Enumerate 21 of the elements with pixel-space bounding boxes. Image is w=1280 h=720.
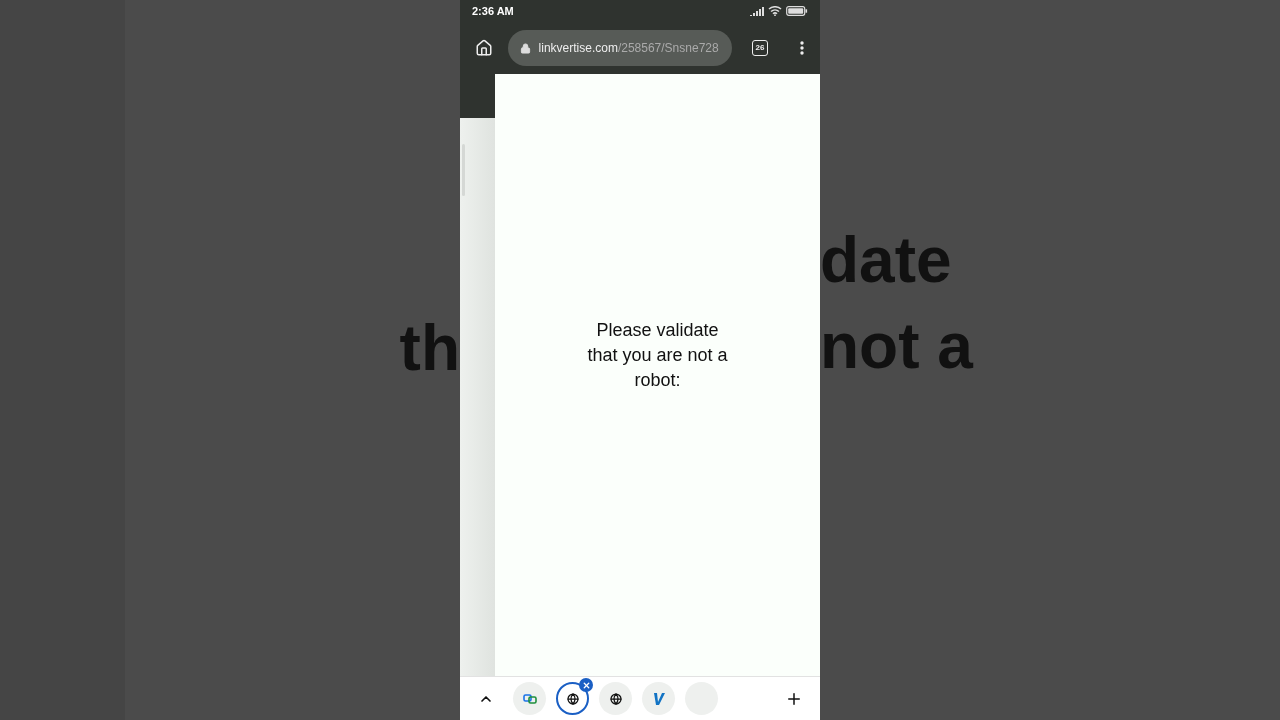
robot-check-message: Please validate that you are not a robot: xyxy=(586,319,729,392)
backdrop-text: date xyxy=(820,223,952,298)
linked-squares-icon xyxy=(522,693,537,704)
x-icon xyxy=(581,680,591,690)
tab-button[interactable] xyxy=(599,682,632,715)
tab-count-button[interactable]: 26 xyxy=(751,40,769,56)
close-icon[interactable] xyxy=(579,678,593,692)
url-text: linkvertise.com/258567/Snsne728 xyxy=(538,40,719,57)
address-bar[interactable]: linkvertise.com/258567/Snsne728 xyxy=(507,30,732,66)
battery-icon xyxy=(786,6,808,16)
backdrop-text: th xyxy=(399,311,460,386)
menu-icon xyxy=(800,41,805,55)
wifi-icon xyxy=(768,6,782,16)
v-logo-icon xyxy=(652,691,665,706)
globe-icon xyxy=(609,692,622,705)
lock-icon xyxy=(519,42,531,54)
signal-icon xyxy=(750,6,764,16)
globe-icon xyxy=(566,692,579,705)
backdrop-text: not a xyxy=(820,309,973,384)
home-icon xyxy=(474,39,493,57)
status-time: 2:36 AM xyxy=(472,3,514,19)
